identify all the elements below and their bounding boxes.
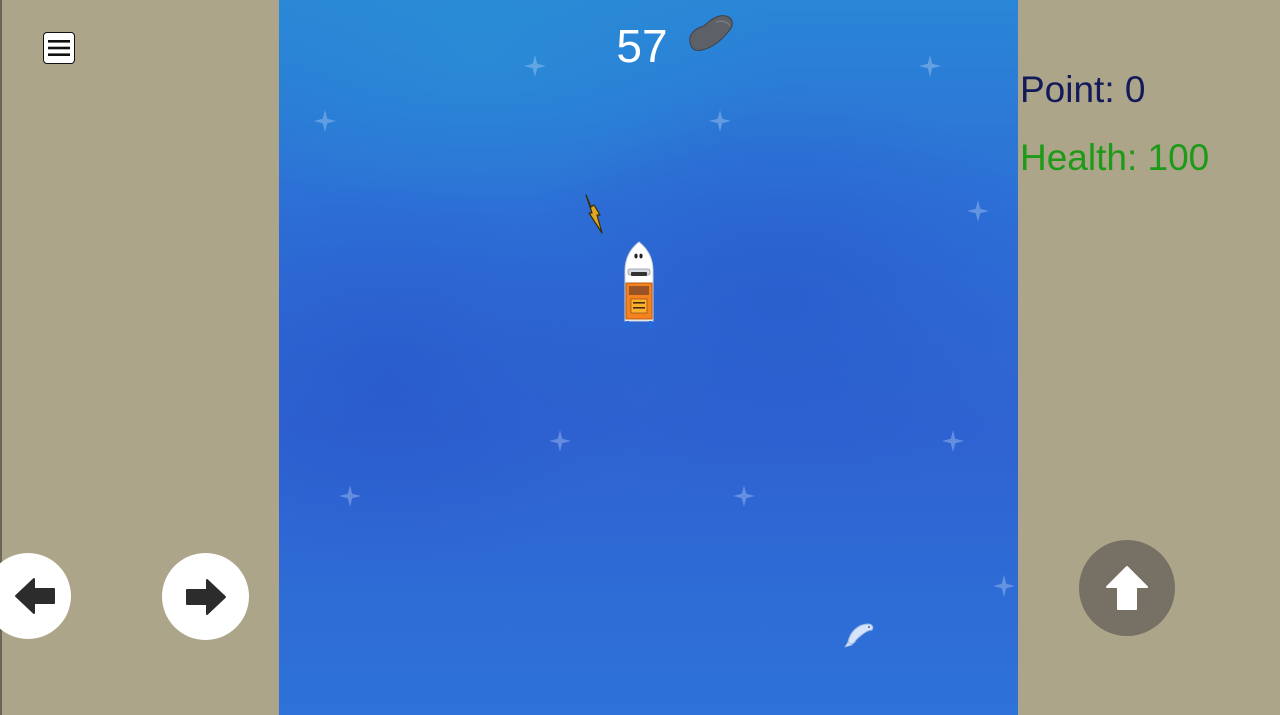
grey-rock-obstacle: [689, 15, 733, 51]
water-sparkle: [993, 575, 1015, 597]
water-sparkle: [339, 485, 361, 507]
arrow-right-icon: [185, 578, 226, 615]
steer-right-button[interactable]: [162, 553, 249, 640]
score-label: Point: 0: [1020, 69, 1146, 110]
water-sparkle: [967, 200, 989, 222]
player-boat: [624, 241, 654, 328]
water-sparkle: [919, 55, 941, 77]
arrow-left-icon: [15, 578, 55, 614]
water-sparkle: [549, 430, 571, 452]
water-sparkle: [524, 55, 546, 77]
water-sparkle: [733, 485, 755, 507]
jumping-fish: [844, 623, 874, 648]
arrow-up-icon: [1106, 566, 1148, 610]
sea-playfield: [279, 0, 1018, 715]
menu-button[interactable]: [43, 32, 75, 64]
water-sparkle: [314, 110, 336, 132]
timer-display: 57: [616, 20, 668, 72]
steer-left-button[interactable]: [0, 553, 71, 639]
health-label: Health: 100: [1020, 137, 1210, 178]
water-sparkle: [709, 110, 731, 132]
lightning-bolt-powerup: [585, 194, 603, 234]
accelerate-button[interactable]: [1079, 540, 1175, 636]
water-sparkle: [942, 430, 964, 452]
hamburger-menu-icon: [48, 40, 70, 56]
